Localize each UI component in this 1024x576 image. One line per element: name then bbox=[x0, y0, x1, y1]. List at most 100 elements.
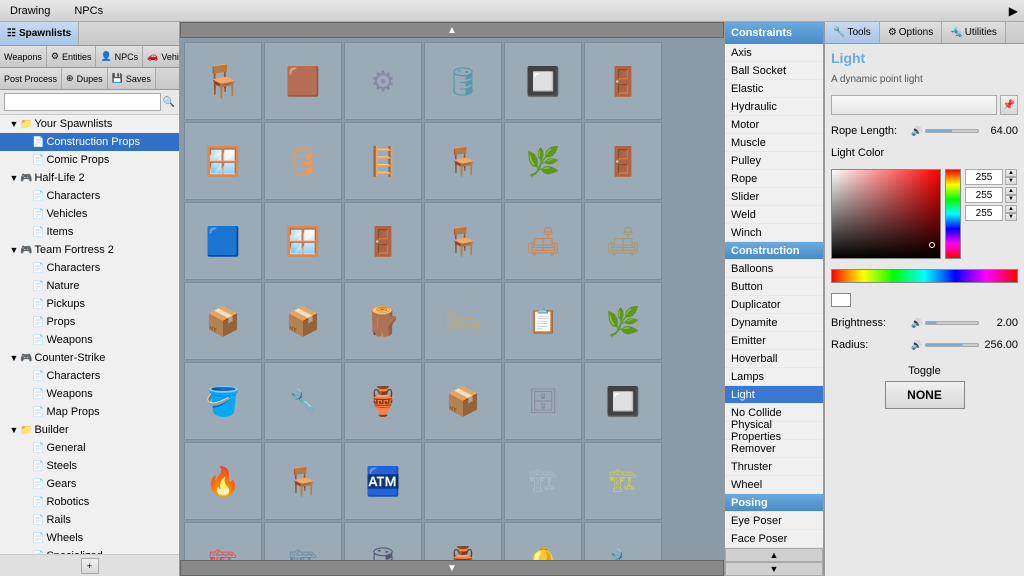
cat-weld[interactable]: Weld bbox=[725, 206, 823, 224]
grid-item-16[interactable]: 🪑 bbox=[424, 202, 502, 280]
grid-item-20[interactable]: 📦 bbox=[264, 282, 342, 360]
color-hue-bar[interactable] bbox=[945, 169, 961, 259]
cat-slider[interactable]: Slider bbox=[725, 188, 823, 206]
tree-item-cs-mapprops[interactable]: 📄 Map Props bbox=[0, 403, 179, 421]
grid-item-27[interactable]: 🏺 bbox=[344, 362, 422, 440]
cat-lamps[interactable]: Lamps bbox=[725, 368, 823, 386]
tree-item-hl2-items[interactable]: 📄 Items bbox=[0, 223, 179, 241]
grid-item-36[interactable]: 🏗 bbox=[584, 442, 662, 520]
grid-item-13[interactable]: 🟦 bbox=[184, 202, 262, 280]
props-tab-utilities[interactable]: 🔩 Utilities bbox=[942, 22, 1006, 43]
grid-item-14[interactable]: 🪟 bbox=[264, 202, 342, 280]
tree-item-cs[interactable]: ▼ 🎮 Counter-Strike bbox=[0, 349, 179, 367]
grid-item-11[interactable]: 🌿 bbox=[504, 122, 582, 200]
tree-item-hl2-vehicles[interactable]: 📄 Vehicles bbox=[0, 205, 179, 223]
tree-item-builder-robotics[interactable]: 📄 Robotics bbox=[0, 493, 179, 511]
tree-item-tf2-weapons[interactable]: 📄 Weapons bbox=[0, 331, 179, 349]
cat-elastic[interactable]: Elastic bbox=[725, 80, 823, 98]
tree-item-tf2-props[interactable]: 📄 Props bbox=[0, 313, 179, 331]
cat-emitter[interactable]: Emitter bbox=[725, 332, 823, 350]
tree-item-builder-gears[interactable]: 📄 Gears bbox=[0, 475, 179, 493]
cat-button[interactable]: Button bbox=[725, 278, 823, 296]
color-gradient[interactable] bbox=[831, 169, 941, 259]
color-b-up[interactable]: ▲ bbox=[1005, 205, 1017, 213]
cat-scroll-down[interactable]: ▼ bbox=[725, 562, 823, 576]
brightness-slider[interactable] bbox=[925, 321, 979, 325]
rope-length-slider[interactable] bbox=[925, 129, 979, 133]
grid-item-6[interactable]: 🚪 bbox=[584, 42, 662, 120]
tree-item-builder[interactable]: ▼ 📁 Builder bbox=[0, 421, 179, 439]
grid-item-23[interactable]: 📋 bbox=[504, 282, 582, 360]
grid-item-19[interactable]: 📦 bbox=[184, 282, 262, 360]
grid-item-24[interactable]: 🌿 bbox=[584, 282, 662, 360]
grid-item-37[interactable]: 🏗 bbox=[184, 522, 262, 560]
grid-item-12[interactable]: 🚪 bbox=[584, 122, 662, 200]
radius-slider[interactable] bbox=[925, 343, 979, 347]
tree-item-cs-characters[interactable]: 📄 Characters bbox=[0, 367, 179, 385]
tab-weapons[interactable]: Weapons bbox=[0, 46, 47, 67]
tree-btn-add[interactable]: + bbox=[81, 558, 99, 574]
tree-item-tf2-pickups[interactable]: 📄 Pickups bbox=[0, 295, 179, 313]
grid-item-18[interactable]: 🛋 bbox=[584, 202, 662, 280]
cat-thruster[interactable]: Thruster bbox=[725, 458, 823, 476]
cat-wheel[interactable]: Wheel bbox=[725, 476, 823, 494]
grid-item-17[interactable]: 🛋 bbox=[504, 202, 582, 280]
grid-item-40[interactable]: 🏺 bbox=[424, 522, 502, 560]
tab-spawnlists[interactable]: ☷ Spawnlists bbox=[0, 22, 79, 45]
cat-scroll-up[interactable]: ▲ bbox=[725, 548, 823, 562]
tree-item-hl2[interactable]: ▼ 🎮 Half-Life 2 bbox=[0, 169, 179, 187]
props-tab-options[interactable]: ⚙ Options bbox=[880, 22, 942, 43]
grid-item-26[interactable]: 🔧 bbox=[264, 362, 342, 440]
menu-expand-arrow[interactable]: ▶ bbox=[1009, 4, 1018, 18]
grid-item-42[interactable]: 🔧 bbox=[584, 522, 662, 560]
grid-item-28[interactable]: 📦 bbox=[424, 362, 502, 440]
tab-entities[interactable]: ⚙ Entities bbox=[47, 46, 97, 67]
cat-muscle[interactable]: Muscle bbox=[725, 134, 823, 152]
props-dropdown-pin[interactable]: 📌 bbox=[1000, 95, 1018, 115]
cat-physical-props[interactable]: Physical Properties bbox=[725, 422, 823, 440]
category-list[interactable]: Axis Ball Socket Elastic Hydraulic Motor… bbox=[725, 44, 823, 548]
grid-item-9[interactable]: 🪜 bbox=[344, 122, 422, 200]
color-b-input[interactable] bbox=[965, 205, 1003, 221]
grid-item-2[interactable]: 🟫 bbox=[264, 42, 342, 120]
tree-item-comic-props[interactable]: 📄 Comic Props bbox=[0, 151, 179, 169]
color-swatches[interactable] bbox=[831, 269, 1018, 283]
grid-item-7[interactable]: 🪟 bbox=[184, 122, 262, 200]
color-r-down[interactable]: ▼ bbox=[1005, 177, 1017, 185]
tree-item-your-spawnlists[interactable]: ▼ 📁 Your Spawnlists bbox=[0, 115, 179, 133]
cat-duplicator[interactable]: Duplicator bbox=[725, 296, 823, 314]
tree-item-tf2[interactable]: ▼ 🎮 Team Fortress 2 bbox=[0, 241, 179, 259]
grid-item-38[interactable]: 🏗 bbox=[264, 522, 342, 560]
cat-light[interactable]: Light bbox=[725, 386, 823, 404]
menu-npcs[interactable]: NPCs bbox=[70, 3, 107, 19]
grid-item-5[interactable]: 🔲 bbox=[504, 42, 582, 120]
grid-item-33[interactable]: 🏧 bbox=[344, 442, 422, 520]
grid-item-4[interactable]: 🛢 bbox=[424, 42, 502, 120]
tree-item-cs-weapons[interactable]: 📄 Weapons bbox=[0, 385, 179, 403]
grid-item-29[interactable]: 🗄 bbox=[504, 362, 582, 440]
color-g-down[interactable]: ▼ bbox=[1005, 195, 1017, 203]
cat-motor[interactable]: Motor bbox=[725, 116, 823, 134]
tree-item-builder-wheels[interactable]: 📄 Wheels bbox=[0, 529, 179, 547]
cat-pulley[interactable]: Pulley bbox=[725, 152, 823, 170]
items-grid[interactable]: 🪑 🟫 ⚙ 🛢 🔲 🚪 🪟 🛢 bbox=[180, 38, 724, 560]
cat-hydraulic[interactable]: Hydraulic bbox=[725, 98, 823, 116]
cat-winch[interactable]: Winch bbox=[725, 224, 823, 242]
cat-dynamite[interactable]: Dynamite bbox=[725, 314, 823, 332]
tree-item-builder-general[interactable]: 📄 General bbox=[0, 439, 179, 457]
cat-eye-poser[interactable]: Eye Poser bbox=[725, 512, 823, 530]
tab-dupes[interactable]: ⊕ Dupes bbox=[62, 68, 108, 89]
cat-hoverball[interactable]: Hoverball bbox=[725, 350, 823, 368]
props-tab-tools[interactable]: 🔧 Tools bbox=[825, 22, 880, 43]
none-button[interactable]: NONE bbox=[885, 381, 965, 409]
tree-item-construction-props[interactable]: 📄 Construction Props bbox=[0, 133, 179, 151]
cat-ball-socket[interactable]: Ball Socket bbox=[725, 62, 823, 80]
grid-item-25[interactable]: 🪣 bbox=[184, 362, 262, 440]
grid-item-39[interactable]: 🛢 bbox=[344, 522, 422, 560]
cat-rope[interactable]: Rope bbox=[725, 170, 823, 188]
grid-item-21[interactable]: 🪵 bbox=[344, 282, 422, 360]
scroll-up-arrow[interactable]: ▲ bbox=[180, 22, 724, 38]
grid-item-35[interactable]: 🏗 bbox=[504, 442, 582, 520]
cat-balloons[interactable]: Balloons bbox=[725, 260, 823, 278]
grid-item-8[interactable]: 🛢 bbox=[264, 122, 342, 200]
